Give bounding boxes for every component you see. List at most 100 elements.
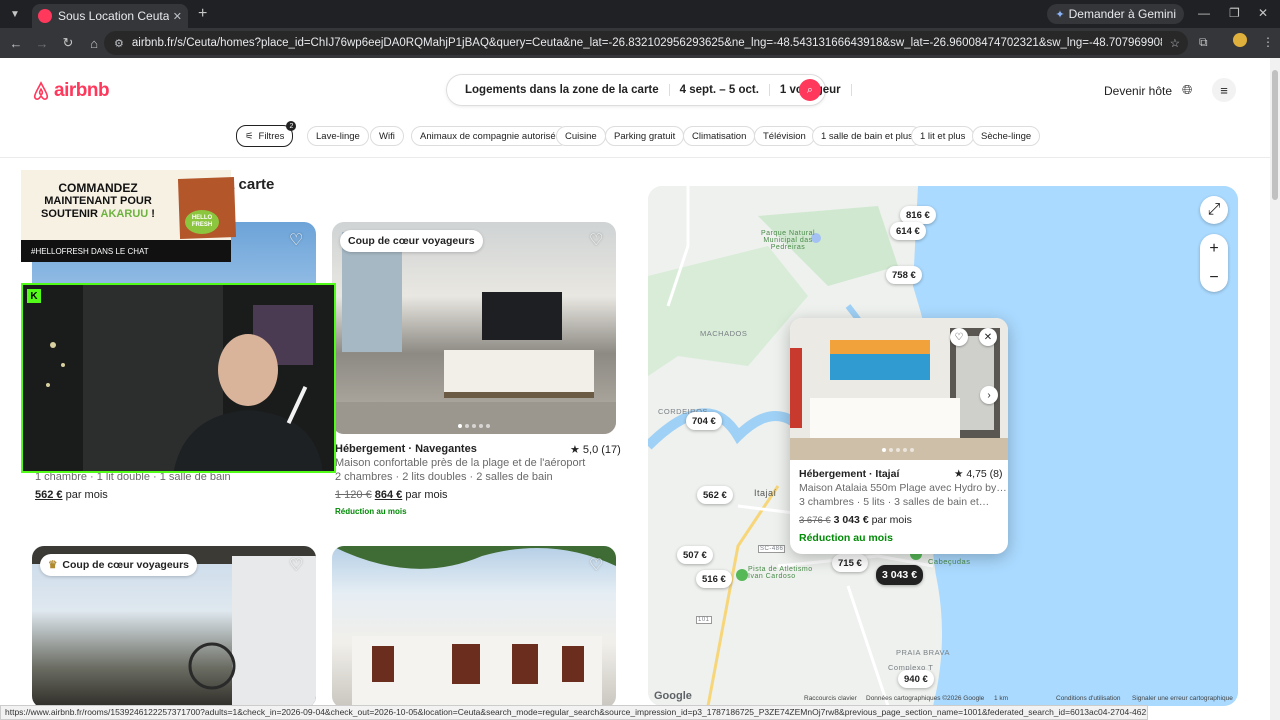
site-info-icon[interactable]: ⚙	[114, 37, 124, 50]
ad-line-1: COMMANDEZ	[58, 181, 138, 195]
map-report-link[interactable]: Signaler une erreur cartographique	[1132, 695, 1233, 702]
wishlist-heart-icon[interactable]: ♡	[589, 555, 603, 575]
url-text[interactable]: airbnb.fr/s/Ceuta/homes?place_id=ChIJ76w…	[132, 37, 1162, 49]
map-listing-popup[interactable]: ♡ ✕ › Hébergement · Itajaí ★ 4,75 (8) Ma…	[790, 318, 1008, 554]
price-pin[interactable]: 704 €	[686, 412, 722, 430]
bookmark-star-icon[interactable]: ☆	[1170, 36, 1180, 50]
tab-title: Sous Location Ceuta, Location d…	[58, 9, 169, 23]
listing-2-promo: Réduction au mois	[335, 507, 407, 516]
chip-television[interactable]: Télévision	[754, 126, 815, 146]
airbnb-header: airbnb Logements dans la zone de la cart…	[0, 58, 1270, 120]
chip-salle-de-bain[interactable]: 1 salle de bain et plus	[812, 126, 922, 146]
browser-menu-icon[interactable]: ⋮	[1262, 35, 1274, 49]
maximize-icon[interactable]: ❐	[1229, 6, 1240, 20]
ad-accent: AKARUU	[100, 208, 149, 220]
home-icon[interactable]: ⌂	[82, 36, 106, 51]
map-data-credit: Données cartographiques ©2026 Google	[866, 695, 985, 702]
filter-count-badge: 2	[286, 121, 297, 131]
place-pista: Pista de Atletismo Ivan Cardoso	[748, 566, 813, 580]
address-bar-row: ← → ↻ ⌂ ⚙ airbnb.fr/s/Ceuta/homes?place_…	[0, 28, 1280, 58]
popup-next-icon[interactable]: ›	[980, 386, 998, 404]
popup-close-icon[interactable]: ✕	[979, 328, 997, 346]
listing-1-price[interactable]: 562 €	[35, 489, 63, 501]
price-pin[interactable]: 516 €	[696, 570, 732, 588]
search-dates[interactable]: 4 sept. – 5 oct.	[670, 84, 770, 96]
price-pin[interactable]: 562 €	[697, 486, 733, 504]
gemini-icon: ✦	[1055, 8, 1065, 21]
popup-heart-icon[interactable]: ♡	[950, 328, 968, 346]
page-scrollbar[interactable]	[1270, 58, 1280, 720]
browser-tab[interactable]: Sous Location Ceuta, Location d… ✕	[32, 4, 188, 28]
forward-icon[interactable]: →	[30, 36, 54, 51]
scrollbar-thumb[interactable]	[1272, 70, 1278, 200]
wishlist-heart-icon[interactable]: ♡	[589, 230, 603, 250]
expand-map-icon[interactable]: ⤢	[1200, 196, 1228, 224]
hamburger-menu-icon[interactable]: ≡	[1212, 78, 1236, 102]
listing-photo-4[interactable]	[332, 546, 616, 708]
chip-lit[interactable]: 1 lit et plus	[911, 126, 975, 146]
google-logo: Google	[654, 690, 692, 702]
guest-favorite-badge-3: ♛ Coup de cœur voyageurs	[40, 554, 198, 576]
zoom-control: + −	[1200, 234, 1228, 292]
chip-cuisine[interactable]: Cuisine	[556, 126, 606, 146]
reload-icon[interactable]: ↻	[56, 35, 80, 51]
map-terms-link[interactable]: Conditions d'utilisation	[1056, 695, 1120, 702]
extensions-icon[interactable]: ⧉	[1199, 35, 1208, 50]
airbnb-logo[interactable]: airbnb	[32, 80, 110, 102]
chip-lave-linge[interactable]: Lave-linge	[307, 126, 369, 146]
popup-old-price: 3 676 €	[799, 515, 831, 526]
profile-avatar[interactable]	[1233, 33, 1247, 47]
price-pin[interactable]: 507 €	[677, 546, 713, 564]
hellofresh-ad-overlay: COMMANDEZ MAINTENANT POUR SOUTENIR AKARU…	[21, 170, 237, 262]
wishlist-heart-icon[interactable]: ♡	[289, 555, 303, 575]
tab-search-icon[interactable]: ▼	[4, 4, 26, 24]
popup-photo	[790, 318, 1008, 460]
minimize-icon[interactable]: —	[1198, 6, 1210, 20]
map-panel[interactable]: MACHADOS CORDEIROS Itajaí PRAIA BRAVA Co…	[648, 186, 1238, 706]
chip-wifi[interactable]: Wifi	[370, 126, 404, 146]
ask-gemini-button[interactable]: ✦ Demander à Gemini	[1047, 4, 1184, 24]
listing-1-price-suffix: par mois	[65, 489, 108, 501]
road-sc486: SC-486	[758, 545, 786, 553]
wishlist-heart-icon[interactable]: ♡	[289, 230, 303, 250]
new-tab-icon[interactable]: +	[198, 5, 207, 23]
popup-title: Hébergement · Itajaí	[799, 468, 900, 480]
listing-2-price[interactable]: 864 €	[375, 489, 403, 501]
guest-favorite-badge: Coup de cœur voyageurs	[340, 230, 483, 252]
search-icon[interactable]: ⌕	[799, 79, 821, 101]
tab-close-icon[interactable]: ✕	[173, 10, 182, 23]
close-window-icon[interactable]: ✕	[1258, 6, 1268, 20]
url-bar[interactable]: ⚙ airbnb.fr/s/Ceuta/homes?place_id=ChIJ7…	[104, 31, 1188, 55]
search-location[interactable]: Logements dans la zone de la carte	[465, 84, 670, 96]
ad-line-3-text: SOUTENIR	[41, 208, 98, 220]
price-pin[interactable]: 715 €	[832, 554, 868, 572]
popup-description: Maison Atalaia 550m Plage avec Hydro by…	[799, 482, 1007, 494]
kick-logo: K	[27, 289, 41, 303]
globe-icon[interactable]: 🌐︎	[1182, 82, 1192, 98]
chip-animaux[interactable]: Animaux de compagnie autorisés	[411, 126, 570, 146]
photo-dots	[458, 424, 490, 428]
filters-button[interactable]: ⚟ Filtres 2	[236, 121, 297, 147]
filters-label: Filtres	[258, 130, 285, 142]
price-pin[interactable]: 614 €	[890, 222, 926, 240]
airbnb-logo-text: airbnb	[54, 80, 110, 101]
price-pin-selected[interactable]: 3 043 €	[876, 565, 924, 585]
become-host-link[interactable]: Devenir hôte	[1104, 84, 1172, 98]
airbnb-logo-icon	[33, 81, 49, 100]
place-cabecudas: Cabeçudas	[928, 557, 971, 566]
price-pin[interactable]: 758 €	[886, 266, 922, 284]
listing-1-price-row: 562 € par mois	[35, 489, 108, 501]
sliders-icon: ⚟	[245, 130, 254, 142]
zoom-out-icon[interactable]: −	[1200, 263, 1228, 292]
chip-climatisation[interactable]: Climatisation	[683, 126, 756, 146]
zoom-in-icon[interactable]: +	[1200, 234, 1228, 263]
search-bar[interactable]: Logements dans la zone de la carte 4 sep…	[446, 74, 852, 106]
back-icon[interactable]: ←	[4, 36, 28, 51]
map-shortcuts-link[interactable]: Raccourcis clavier	[804, 695, 857, 702]
listing-photo-2[interactable]	[332, 222, 616, 434]
chip-parking[interactable]: Parking gratuit	[605, 126, 685, 146]
chip-seche-linge[interactable]: Sèche-linge	[972, 126, 1041, 146]
popup-rating: ★ 4,75 (8)	[954, 468, 1003, 480]
price-pin[interactable]: 940 €	[898, 670, 934, 688]
listing-2-title[interactable]: Hébergement · Navegantes	[335, 443, 477, 455]
